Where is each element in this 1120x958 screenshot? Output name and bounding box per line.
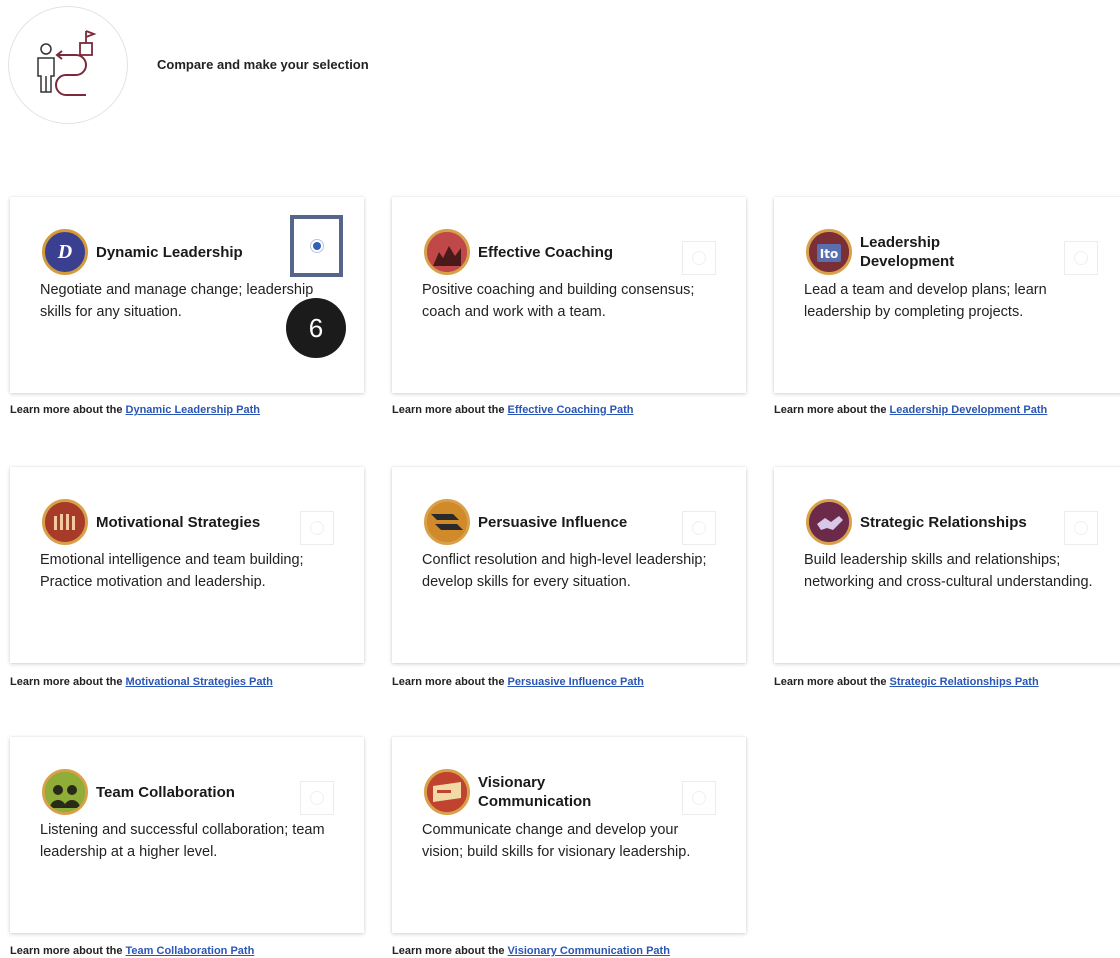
persuasive-influence-badge-icon xyxy=(424,499,470,545)
card-title: Dynamic Leadership xyxy=(96,243,243,261)
learn-more-prefix: Learn more about the xyxy=(392,676,508,688)
learn-more-link[interactable]: Effective Coaching Path xyxy=(508,404,634,416)
learn-more-row: Learn more about the Dynamic Leadership … xyxy=(10,404,260,416)
card-description: Lead a team and develop plans; learn lea… xyxy=(804,282,1047,320)
select-radio[interactable] xyxy=(682,781,716,815)
select-radio[interactable] xyxy=(300,511,334,545)
path-card-visionary-communication[interactable]: Visionary Communication Communicate chan… xyxy=(392,737,746,933)
leadership-development-badge-icon: Ito xyxy=(806,229,852,275)
path-selection-page: Compare and make your selection D Dynami… xyxy=(0,0,1120,958)
person-path-flag-icon xyxy=(8,6,128,124)
path-card-motivational-strategies[interactable]: Motivational Strategies Emotional intell… xyxy=(10,467,364,663)
page-title: Compare and make your selection xyxy=(157,57,369,72)
learn-more-prefix: Learn more about the xyxy=(392,945,508,957)
select-radio[interactable] xyxy=(1064,511,1098,545)
learn-more-prefix: Learn more about the xyxy=(774,404,890,416)
svg-text:Ito: Ito xyxy=(820,247,838,261)
radio-circle xyxy=(692,521,706,535)
radio-circle xyxy=(692,791,706,805)
radio-circle xyxy=(692,251,706,265)
card-header: Visionary Communication xyxy=(424,769,676,815)
path-card-effective-coaching[interactable]: Effective Coaching Positive coaching and… xyxy=(392,197,746,393)
learn-more-row: Learn more about the Visionary Communica… xyxy=(392,945,670,957)
card-title: Leadership Development xyxy=(860,234,955,270)
learn-more-prefix: Learn more about the xyxy=(10,945,126,957)
learn-more-link[interactable]: Visionary Communication Path xyxy=(508,945,670,957)
path-card-team-collaboration[interactable]: Team Collaboration Listening and success… xyxy=(10,737,364,933)
path-card-persuasive-influence[interactable]: Persuasive Influence Conflict resolution… xyxy=(392,467,746,663)
learn-more-prefix: Learn more about the xyxy=(392,404,508,416)
radio-selected-dot xyxy=(309,239,324,253)
card-header: Effective Coaching xyxy=(424,229,676,275)
learn-more-link[interactable]: Motivational Strategies Path xyxy=(126,676,273,688)
radio-circle xyxy=(310,791,324,805)
motivational-strategies-badge-icon xyxy=(42,499,88,545)
learn-more-link[interactable]: Persuasive Influence Path xyxy=(508,676,644,688)
radio-circle xyxy=(310,521,324,535)
select-radio[interactable] xyxy=(682,241,716,275)
learn-more-link[interactable]: Leadership Development Path xyxy=(890,404,1048,416)
card-header: Strategic Relationships xyxy=(806,499,1058,545)
path-card-strategic-relationships[interactable]: Strategic Relationships Build leadership… xyxy=(774,467,1120,663)
card-header: Motivational Strategies xyxy=(42,499,294,545)
learn-more-row: Learn more about the Strategic Relations… xyxy=(774,676,1039,688)
card-description: Build leadership skills and relationship… xyxy=(804,552,1093,590)
select-radio[interactable] xyxy=(300,781,334,815)
card-title: Motivational Strategies xyxy=(96,513,261,531)
card-header: Persuasive Influence xyxy=(424,499,676,545)
select-radio[interactable] xyxy=(1064,241,1098,275)
card-description: Conflict resolution and high-level leade… xyxy=(422,552,707,590)
card-title: Team Collaboration xyxy=(96,783,235,801)
learn-more-row: Learn more about the Effective Coaching … xyxy=(392,404,633,416)
step-number-badge: 6 xyxy=(286,298,346,358)
card-description: Positive coaching and building consensus… xyxy=(422,282,695,320)
dynamic-leadership-badge-icon: D xyxy=(42,229,88,275)
card-description: Emotional intelligence and team building… xyxy=(40,552,304,590)
learn-more-row: Learn more about the Team Collaboration … xyxy=(10,945,254,957)
learn-more-link[interactable]: Dynamic Leadership Path xyxy=(126,404,261,416)
strategic-relationships-badge-icon xyxy=(806,499,852,545)
radio-circle xyxy=(1074,521,1088,535)
path-card-leadership-development[interactable]: Ito Leadership Development Lead a team a… xyxy=(774,197,1120,393)
learn-more-prefix: Learn more about the xyxy=(10,404,126,416)
card-title: Visionary Communication xyxy=(478,774,592,810)
effective-coaching-badge-icon xyxy=(424,229,470,275)
learn-more-prefix: Learn more about the xyxy=(10,676,126,688)
card-header: D Dynamic Leadership xyxy=(42,229,294,275)
learn-more-row: Learn more about the Persuasive Influenc… xyxy=(392,676,644,688)
select-radio[interactable] xyxy=(682,511,716,545)
learn-more-link[interactable]: Strategic Relationships Path xyxy=(890,676,1039,688)
team-collaboration-badge-icon xyxy=(42,769,88,815)
card-title: Strategic Relationships xyxy=(860,513,1027,531)
select-radio-selected[interactable] xyxy=(290,215,343,277)
card-description: Communicate change and develop your visi… xyxy=(422,822,691,860)
card-description: Listening and successful collaboration; … xyxy=(40,822,325,860)
learn-more-row: Learn more about the Leadership Developm… xyxy=(774,404,1047,416)
visionary-communication-badge-icon xyxy=(424,769,470,815)
learn-more-link[interactable]: Team Collaboration Path xyxy=(126,945,255,957)
card-title: Effective Coaching xyxy=(478,243,614,261)
learn-more-row: Learn more about the Motivational Strate… xyxy=(10,676,273,688)
card-header: Team Collaboration xyxy=(42,769,294,815)
radio-circle xyxy=(1074,251,1088,265)
card-header: Ito Leadership Development xyxy=(806,229,1058,275)
learn-more-prefix: Learn more about the xyxy=(774,676,890,688)
card-title: Persuasive Influence xyxy=(478,513,628,531)
